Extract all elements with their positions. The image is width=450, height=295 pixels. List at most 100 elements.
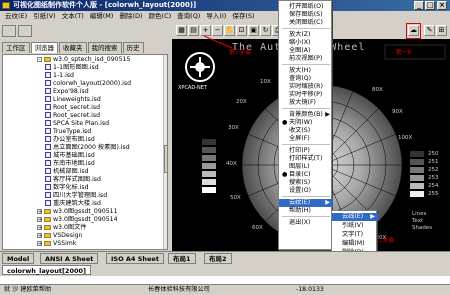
forward-icon[interactable] [18,25,32,37]
tree-file[interactable]: 客厅样式图图.isd [45,176,101,184]
menu-item[interactable]: 帮助(H) [279,207,333,215]
tree-file[interactable]: Root_secret.isd [45,112,100,120]
tree-file[interactable]: 办公室布图.isd [45,136,95,144]
tree-file[interactable]: Expo'98.isd [45,88,89,96]
menu-item[interactable]: 搜索(S) [279,179,333,187]
edit-tool-icon[interactable]: ✎ [424,25,435,36]
minimize-button[interactable]: _ [414,1,424,10]
tab-model[interactable]: Model [2,253,35,264]
expand-toggle-icon[interactable]: + [37,209,42,215]
tree-file[interactable]: 总立面图(2000 按素图).isd [45,144,130,152]
menu-delete[interactable]: 删除(D) [116,11,145,22]
menu-color[interactable]: 颜色(C) [146,11,175,22]
tab-ansi-a[interactable]: ANSI A Sheet [40,253,99,264]
tree-file[interactable]: 重庆建筑大楼.isd [45,200,101,208]
menu-item[interactable]: 放大镜(F) [279,99,333,107]
menu-item[interactable]: 打印样式(T) [279,155,333,163]
back-icon[interactable] [2,25,16,37]
tree-file[interactable]: Root_secret.isd [45,104,100,112]
tree-file[interactable]: colorwh_layout(2000).isd [45,80,131,88]
swatch [410,183,424,189]
file-tab[interactable]: colorwh_layout[2000] [2,265,91,275]
menu-item[interactable]: 实时缩放(R) [279,83,333,91]
menu-separator [282,196,330,197]
tree-folder[interactable]: + VSSimk [37,240,76,248]
tree-file[interactable]: 东南市地图.isd [45,160,95,168]
tree-folder[interactable]: + VSDesign [37,232,83,240]
tree-file[interactable]: Lineweights.isd [45,96,101,104]
tab-favorites[interactable]: 收藏夹 [59,42,87,53]
tree-folder[interactable]: + w3.0图gssdt_090511 [37,208,118,216]
menu-item[interactable]: 文字(T) [332,231,378,239]
menu-edit[interactable]: 编辑(M) [87,11,117,22]
tree-folder[interactable]: + w3.0图文件 [37,224,86,232]
close-button[interactable]: × [437,1,447,10]
color-select-icon[interactable]: ▦ [176,25,187,36]
menu-item[interactable]: 实时平移(P) [279,91,333,99]
menu-item[interactable]: 保存图纸(S) [279,11,333,19]
expand-toggle-icon[interactable]: + [37,233,42,239]
menu-item[interactable]: 前次视图(P) [279,55,333,63]
menu-item[interactable]: 打印(P) [279,147,333,155]
tab-browser[interactable]: 浏览器 [30,42,58,53]
menu-item[interactable]: 退出(X) [279,219,333,227]
file-icon [45,104,51,110]
menu-item[interactable]: 收文(S) [279,127,333,135]
tree-file[interactable]: 1-1.isd [45,72,74,80]
menu-item[interactable]: 引纸(V) [332,222,378,230]
expand-toggle-icon[interactable]: + [37,241,42,247]
menu-item[interactable]: ● 目录(C) [279,171,333,179]
tree-file[interactable]: 数字化标.isd [45,184,89,192]
expand-toggle-icon[interactable]: + [37,217,42,223]
tree-file[interactable]: 1-1图形图图.isd [45,64,99,72]
menu-item[interactable]: ● 天阴(W) [279,119,333,127]
tree-file[interactable]: TrueType.isd [45,128,91,136]
menu-leader[interactable]: 引纸(V) [30,11,59,22]
tab-my-search[interactable]: 我的搜索 [87,42,122,53]
maximize-button[interactable]: □ [425,1,435,10]
menu-item[interactable]: 查询(Q) [279,75,333,83]
menu-cloud[interactable]: 云纹(E) [2,11,30,22]
measure-icon[interactable]: ⊞ [436,25,447,36]
tree-file[interactable]: SPCA Site Plan.isd [45,120,109,128]
command-line[interactable] [0,276,450,284]
window-zoom-icon[interactable]: ▣ [248,25,259,36]
tree-scrollbar[interactable] [163,55,167,249]
swatch-label: 253 [428,175,439,181]
menu-item[interactable]: 放大(Z) [279,31,333,39]
menu-item[interactable]: 背景颜色(B) ▶ [279,111,333,119]
menu-query[interactable]: 查询(Q) [174,11,203,22]
layer-icon[interactable]: ▤ [188,25,199,36]
menu-item[interactable]: 编辑(M) [332,240,378,248]
menu-item[interactable]: 缩小(X) [279,39,333,47]
swatch-label: 252 [428,167,439,173]
swatch [410,159,424,165]
tab-layout-1[interactable]: 布局1 [168,253,196,264]
tab-workspace[interactable]: 工作区 [2,42,30,53]
menu-item[interactable]: 打开图纸(O) [279,3,333,11]
menu-item[interactable]: 全屏(F) [279,135,333,143]
expand-toggle-icon[interactable]: - [37,57,42,63]
tab-iso-a4[interactable]: ISO A4 Sheet [106,253,164,264]
tree-folder[interactable]: - w3.0_sptech_isd_090515 [37,56,130,64]
menu-item[interactable]: 关闭图纸(C) [279,19,333,27]
menu-item[interactable]: 云线(E) ▶ [332,213,378,221]
menu-item[interactable]: 全图(A) [279,47,333,55]
menu-item[interactable]: 云纹(E) ▶ [279,199,333,207]
tree-file[interactable]: 城市基础图.isd [45,152,95,160]
scroll-thumb[interactable] [164,145,167,173]
expand-toggle-icon[interactable]: + [37,225,42,231]
menu-item[interactable]: 图层(L) [279,163,333,171]
tab-layout-2[interactable]: 布局2 [204,253,232,264]
menu-item[interactable]: 设置(O) [279,187,333,195]
menu-save[interactable]: 保存(S) [229,11,257,22]
refresh-icon[interactable]: ↻ [260,25,271,36]
menu-text[interactable]: 文本(T) [59,11,87,22]
tree-folder[interactable]: + w3.0图gssdt_090514 [37,216,118,224]
menu-item[interactable]: 放大(H) [279,67,333,75]
tree-file[interactable]: 四川大学管理图.isd [45,192,107,200]
tree-file[interactable]: 机械部图.isd [45,168,89,176]
menu-import[interactable]: 导入(I) [203,11,229,22]
legend-shades: Shades [412,225,433,231]
tab-history[interactable]: 历史 [122,42,144,53]
